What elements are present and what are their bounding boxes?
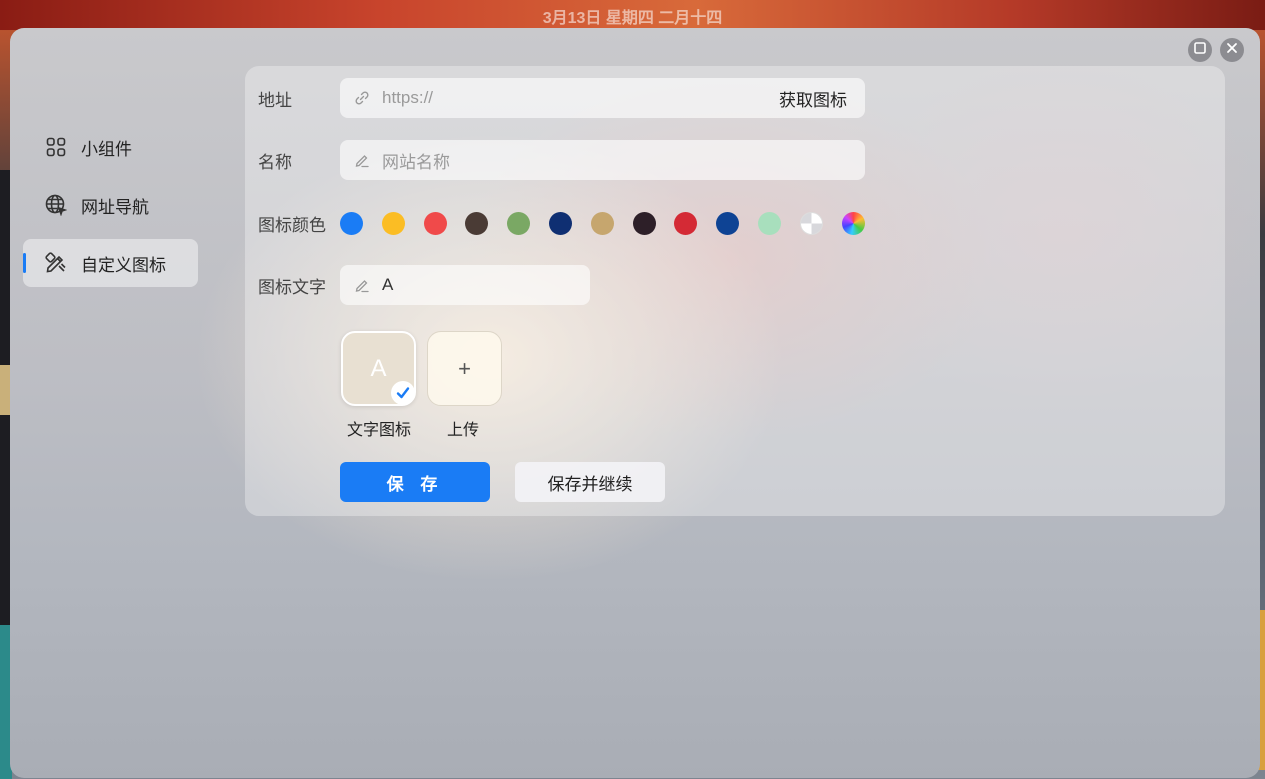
- color-swatch-mint[interactable]: [757, 212, 781, 235]
- color-swatch-custom[interactable]: [841, 212, 865, 235]
- sidebar-item-label: 小组件: [81, 139, 132, 159]
- address-label: 地址: [258, 91, 292, 110]
- name-placeholder: 网站名称: [382, 152, 450, 172]
- text-icon-option[interactable]: A: [341, 331, 416, 406]
- color-swatch-crimson[interactable]: [674, 212, 698, 235]
- color-swatch-green[interactable]: [507, 212, 531, 235]
- icon-text-label: 图标文字: [258, 278, 326, 297]
- sidebar-item-url-nav[interactable]: 网址导航: [23, 181, 198, 229]
- color-swatch-black[interactable]: [632, 212, 656, 235]
- address-field[interactable]: https:// 获取图标: [340, 78, 865, 118]
- color-swatch-navy[interactable]: [548, 212, 572, 235]
- save-and-continue-button[interactable]: 保存并继续: [515, 462, 665, 502]
- sidebar-item-widgets[interactable]: 小组件: [23, 123, 198, 171]
- link-icon: [354, 90, 370, 106]
- color-swatch-list: [340, 212, 883, 235]
- close-icon: [1226, 41, 1238, 59]
- name-label: 名称: [258, 153, 292, 172]
- sidebar-item-custom-icon[interactable]: 自定义图标: [23, 239, 198, 287]
- text-icon-caption: 文字图标: [346, 422, 411, 439]
- plus-icon: +: [458, 355, 471, 381]
- selected-check-icon: [391, 381, 415, 405]
- text-icon-preview: A: [370, 354, 387, 382]
- grid-icon: [45, 136, 67, 158]
- background-date: 3月13日 星期四 二月十四: [542, 10, 723, 27]
- icon-color-label: 图标颜色: [258, 216, 326, 235]
- add-icon-dialog: 小组件 网址导航 自定义图标 地址 https:// 获取图标 名称 网站名称 …: [10, 28, 1260, 778]
- maximize-button[interactable]: [1188, 38, 1212, 62]
- design-tools-icon: [45, 252, 67, 274]
- icon-text-value: A: [382, 275, 394, 294]
- upload-icon-option[interactable]: +: [427, 331, 502, 406]
- maximize-icon: [1194, 41, 1206, 59]
- color-swatch-tan[interactable]: [590, 212, 614, 235]
- name-field[interactable]: 网站名称: [340, 140, 865, 180]
- color-swatch-transparent[interactable]: [799, 212, 823, 235]
- color-swatch-royal-blue[interactable]: [716, 212, 740, 235]
- save-button[interactable]: 保 存: [340, 462, 490, 502]
- pencil-icon: [354, 152, 370, 168]
- sidebar-item-label: 自定义图标: [81, 255, 166, 275]
- sidebar-item-label: 网址导航: [81, 197, 149, 217]
- custom-icon-form: 地址 https:// 获取图标 名称 网站名称 图标颜色 图标文字 A A 文…: [245, 66, 1225, 516]
- globe-icon: [45, 194, 67, 216]
- pencil-icon: [354, 277, 370, 293]
- upload-caption: 上传: [446, 422, 479, 439]
- close-button[interactable]: [1220, 38, 1244, 62]
- color-swatch-dark-brown[interactable]: [465, 212, 489, 235]
- sidebar: 小组件 网址导航 自定义图标: [23, 123, 198, 297]
- fetch-icon-button[interactable]: 获取图标: [779, 86, 847, 111]
- color-swatch-red[interactable]: [423, 212, 447, 235]
- address-placeholder: https://: [382, 88, 434, 107]
- color-swatch-blue[interactable]: [340, 212, 363, 235]
- icon-text-field[interactable]: A: [340, 265, 590, 305]
- color-swatch-yellow[interactable]: [381, 212, 405, 235]
